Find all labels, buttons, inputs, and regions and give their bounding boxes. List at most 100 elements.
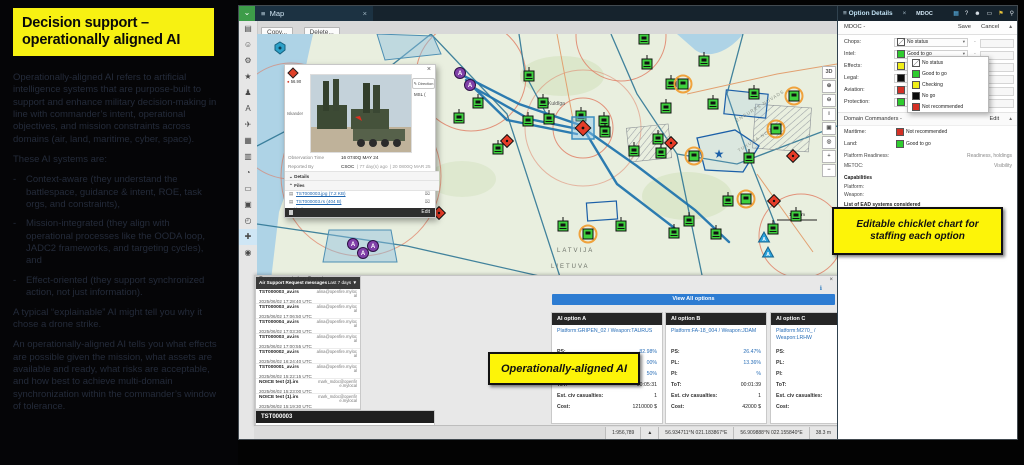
domain-commanders-header: Domain Commanders - ▴ Edit [838,112,1017,126]
card-metric-row: PI: [771,369,839,380]
air-asset-symbol[interactable]: A [454,67,466,79]
close-icon[interactable]: × [363,6,367,21]
info-row: Weapon: [838,191,1017,200]
platform-link[interactable]: Platform:GRIPEN_02 / Weapon:TAURUS [552,325,662,347]
menu-item-no-go[interactable]: No go [908,90,988,101]
menu-item-good-to-go[interactable]: Good to go [908,68,988,79]
asr-message-row[interactable]: TST000004_av.irs alina@openfire.mylocal 20… [256,319,360,334]
menu-item-no-status[interactable]: No status [908,57,988,68]
platform-link[interactable]: Platform:FA-18_004 / Weapon:JDAM [666,325,766,347]
center-icon-sidebar[interactable]: ✚ [239,229,257,245]
air-asset-symbol[interactable]: A [367,240,379,252]
recommendation-panel: Recommendation Panel ℹ × Air Support Req… [254,275,840,439]
selected-target-symbol[interactable] [571,116,595,140]
cursor-coordinates: 56.934711°N 021.183867°E [658,426,734,439]
bell-icon[interactable]: ⚑ [998,11,1003,17]
status-chip-icon [912,102,920,111]
card-metric-row: PS: 26.47% [666,347,766,358]
list-icon-sidebar[interactable]: ▥ [239,149,257,165]
video-icon-sidebar[interactable]: ▭ [239,181,257,197]
close-icon[interactable]: × [829,277,833,283]
direction-button[interactable]: ✎ Direction [412,78,435,89]
asr-message-row[interactable]: TST000001_av.irs alina@openfire.mylocal 20… [256,364,360,379]
north-arrow-icon[interactable]: ▲ [640,426,659,439]
info-icon[interactable]: ℹ [820,277,822,295]
air-asset-symbol[interactable]: A [464,79,476,91]
screens-icon[interactable]: ▭ [987,11,993,17]
eye-icon[interactable]: ◎ [822,136,836,149]
3d-toggle[interactable]: 3D [822,66,836,79]
reported-by-row: Reported By CSOC | 77 day(s) ago | 20 08… [288,164,431,169]
message-name: TST000003_av.irs [259,335,299,340]
asr-message-row[interactable]: NOICE test (1).irs mark_mdoc@openfire.myl… [256,394,360,409]
bullet-item: - Effect-oriented (they support synchroni… [13,274,205,299]
status-chip-icon [912,69,920,78]
favorites-icon-sidebar[interactable]: ★ [239,69,257,85]
chevron-menu-button[interactable]: ⌄ [239,6,255,21]
collapse-icon[interactable]: ▴ [1009,113,1012,125]
metric-value: 82.98% [639,349,657,355]
tab-map[interactable]: ≡ Map × [255,6,373,21]
edit-button[interactable]: Edit [421,208,430,217]
settings-icon-sidebar[interactable]: ⚙ [239,53,257,69]
dc-row-label: Maritime: [844,129,867,135]
ai-option-card-c[interactable]: AI option C Platform:M270_ / Weapon:LRHW P… [770,312,840,424]
tab-option-details[interactable]: Option Details [849,10,893,17]
tst-title: TST000003 [256,411,434,423]
layers-icon-sidebar[interactable]: ▤ [239,21,257,37]
alphabet-icon-sidebar[interactable]: A [239,101,257,117]
time-icon-sidebar[interactable]: ◴ [239,213,257,229]
info-icon[interactable]: i [822,108,836,121]
comment-input[interactable] [980,38,1014,48]
apps-grid-icon[interactable]: ▦ [953,11,959,17]
paragraph: Operationally-aligned AI refers to artif… [13,72,217,145]
save-button[interactable]: Save [958,21,971,34]
info-row-label: METOC: [844,163,864,169]
units-icon-sidebar[interactable]: ♟ [239,85,257,101]
history-icon-sidebar[interactable]: ◔ [239,165,257,181]
zoom-window-icon[interactable]: ⊕ [822,80,836,93]
asr-message-row[interactable]: TST000002_av.irs alina@openfire.mylocal 20… [256,349,360,364]
asr-message-row[interactable]: TST000003_av.irs alina@openfire.mylocal 20… [256,334,360,349]
message-line1: TST000004_av.irs alina@openfire.mylocal [259,319,357,329]
metric-label: Est. civ casualties: [557,393,604,399]
edit-button[interactable]: Edit [990,113,1000,125]
platform-link[interactable]: Platform:M270_ / Weapon:LRHW [771,325,839,347]
status-chip-icon [897,50,905,58]
friendly-unit-symbol[interactable] [638,34,650,45]
message-sender: alina@openfire.mylocal [316,334,357,344]
message-line1: TST000003_av.irs alina@openfire.mylocal [259,289,357,299]
close-icon[interactable]: × [427,66,431,73]
asr-message-list: Air Support Request messages Last 7 days… [255,276,361,410]
grid-icon-sidebar[interactable]: ▦ [239,133,257,149]
zoom-out-icon[interactable]: ⊖ [822,94,836,107]
close-icon[interactable]: × [902,10,906,17]
menu-item-checking[interactable]: Checking [908,79,988,90]
globe-icon-sidebar[interactable]: ◉ [239,245,257,261]
search-icon[interactable]: ⚲ [1010,11,1014,17]
status-chip-icon [912,80,920,89]
air-asset-symbol[interactable]: A [347,238,359,250]
user-icon[interactable]: ☻ [974,11,980,17]
camera-icon-sidebar[interactable]: ▣ [239,197,257,213]
asr-message-row[interactable]: TST000003_av.irs alina@openfire.mylocal 20… [256,289,360,304]
chat-icon-sidebar[interactable]: ☺ [239,37,257,53]
zoom-out-button[interactable]: − [822,164,836,177]
air-asset-symbol[interactable]: A [357,247,369,259]
zoom-in-button[interactable]: + [822,150,836,163]
asr-message-row[interactable]: NOICE test (2).irs mark_mdoc@openfire.myl… [256,379,360,394]
ai-option-card-b[interactable]: AI option B Platform:FA-18_004 / Weapon:J… [665,312,767,424]
date-filter-dropdown[interactable]: Last 7 days ▼ [328,277,357,289]
status-dropdown[interactable]: No status ▾ [894,37,968,47]
menu-item-not-recommended[interactable]: Not recommended [908,101,988,112]
cancel-button[interactable]: Cancel [981,21,999,34]
collapse-icon[interactable]: ▴ [1009,21,1012,34]
view-all-options-button[interactable]: View All options [552,294,835,305]
asr-message-row[interactable]: TST000003_av.irs alina@openfire.mylocal 20… [256,304,360,319]
help-icon[interactable]: ? [965,11,968,17]
air-icon-sidebar[interactable]: ✈ [239,117,257,133]
message-sender: alina@openfire.mylocal [316,364,357,374]
paragraph: These AI systems are: [13,154,107,166]
measure-icon[interactable]: ▣ [822,122,836,135]
chevron-down-icon: ▾ [962,39,965,44]
